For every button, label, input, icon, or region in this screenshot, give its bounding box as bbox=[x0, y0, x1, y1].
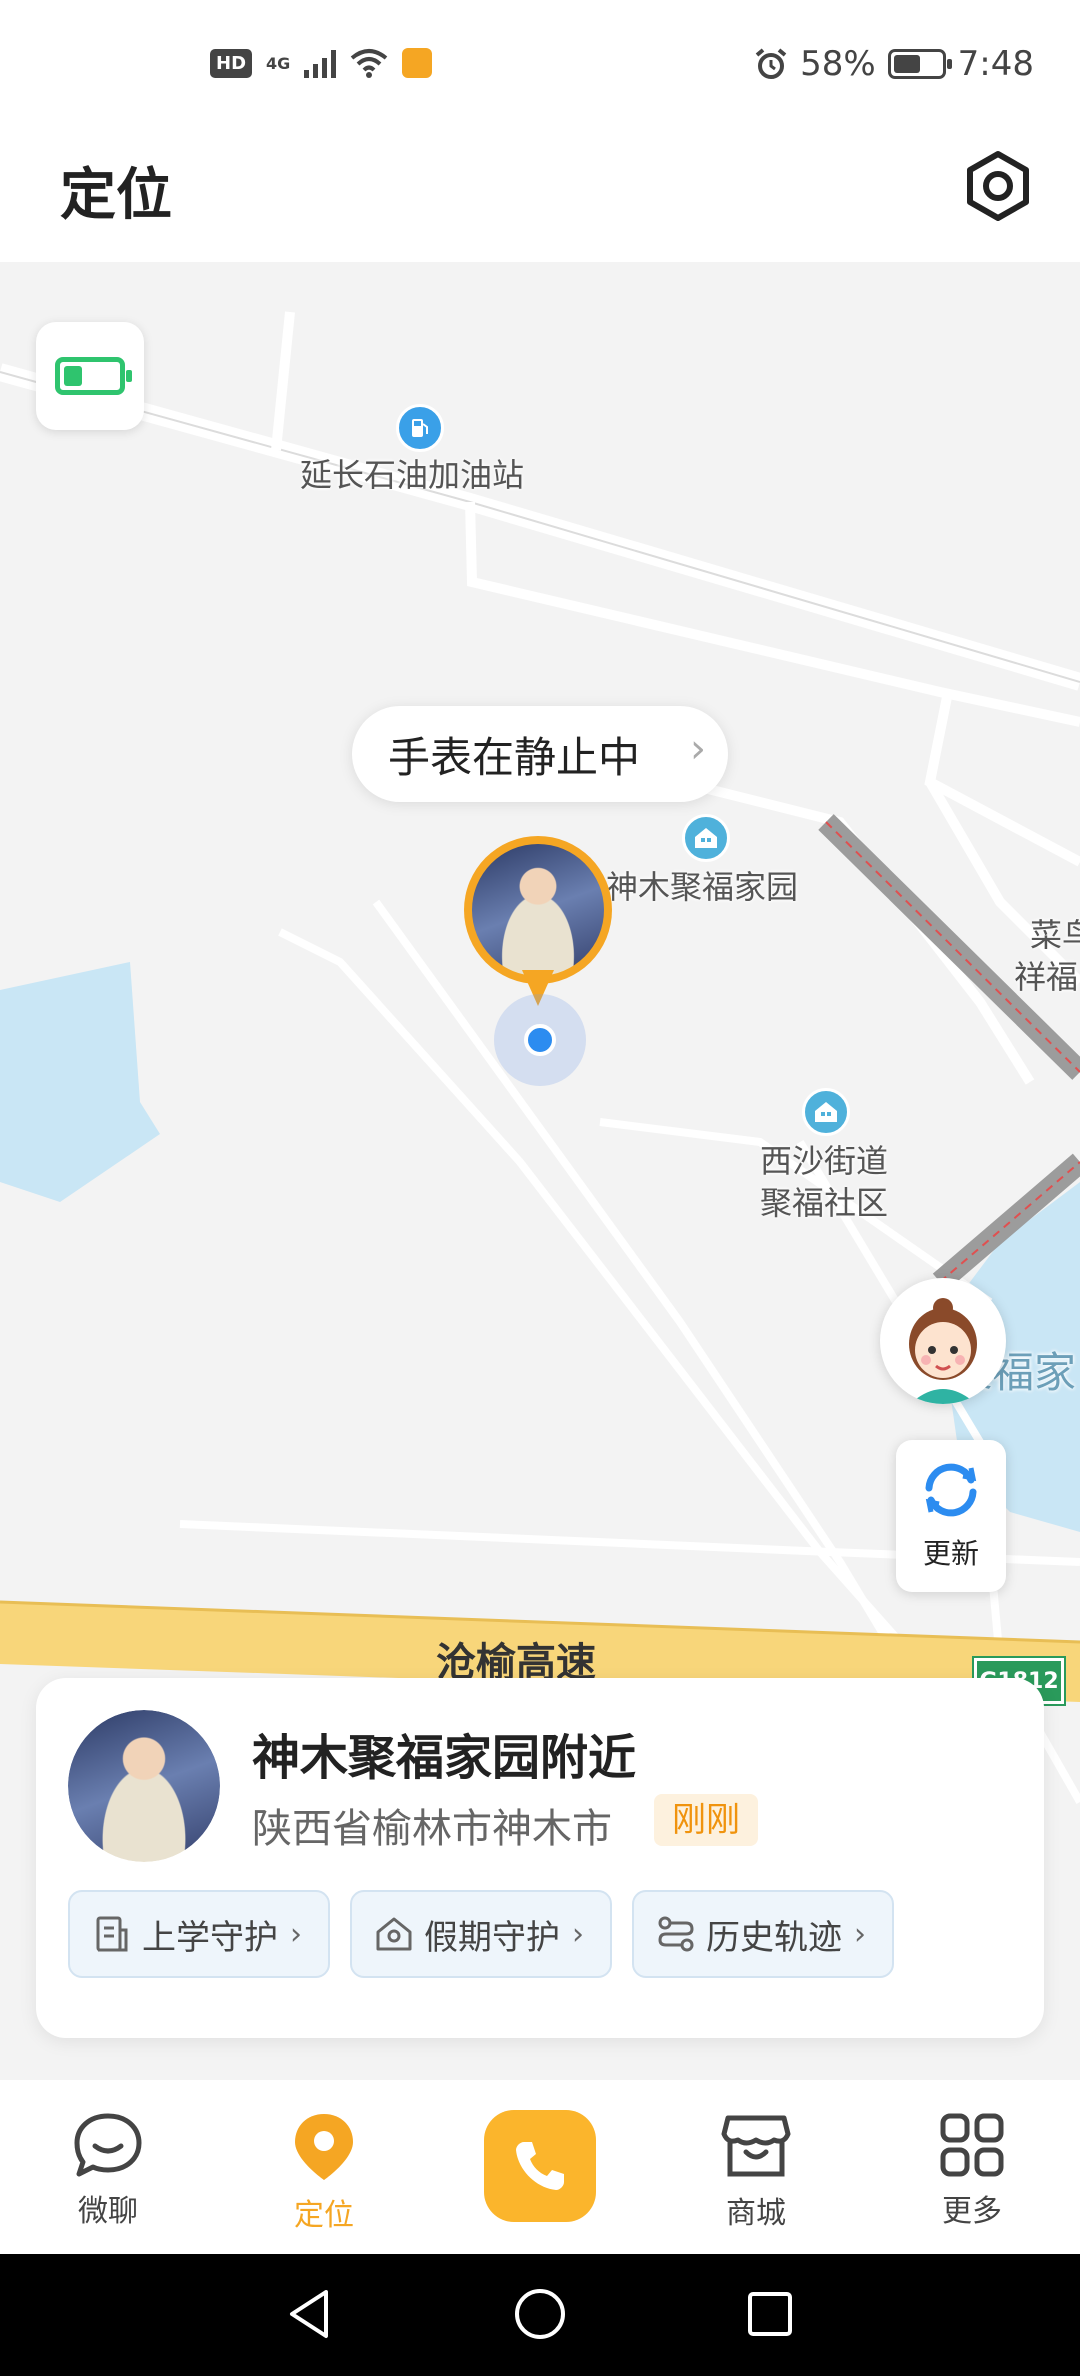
chevron-right-icon: › bbox=[854, 1916, 866, 1952]
refresh-label: 更新 bbox=[922, 1537, 979, 1570]
nav-shop-label: 商城 bbox=[726, 2196, 786, 2231]
chevron-right-icon: › bbox=[572, 1916, 584, 1952]
school-guard-label: 上学守护 bbox=[142, 1917, 278, 1958]
status-bar: HD 4G 58% 7:48 bbox=[0, 0, 1080, 132]
holiday-guard-button[interactable]: 假期守护 › bbox=[350, 1890, 612, 1978]
time-badge: 刚刚 bbox=[654, 1794, 758, 1846]
home-icon[interactable] bbox=[510, 2284, 570, 2344]
current-location-dot bbox=[524, 1024, 556, 1056]
battery-icon bbox=[887, 49, 952, 79]
status-bar-right: 58% 7:48 bbox=[754, 44, 1034, 84]
battery-fill bbox=[64, 366, 83, 386]
nav-chat-label: 微聊 bbox=[78, 2194, 138, 2229]
fuel-pump-icon bbox=[412, 419, 428, 437]
location-title: 神木聚福家园附近 bbox=[252, 1730, 637, 1786]
community-icon[interactable] bbox=[682, 814, 730, 862]
poi-street-line1: 西沙街道 bbox=[760, 1142, 889, 1180]
child-avatar[interactable] bbox=[68, 1710, 220, 1862]
gear-icon bbox=[967, 151, 1029, 221]
chat-icon bbox=[74, 2113, 142, 2177]
nav-call[interactable] bbox=[432, 2080, 648, 2254]
network-type: 4G bbox=[266, 53, 291, 73]
nav-shop[interactable]: 商城 bbox=[648, 2080, 864, 2254]
refresh-location-button[interactable]: 更新 bbox=[896, 1440, 1006, 1592]
location-pin-icon bbox=[295, 2114, 353, 2180]
nav-location-label: 定位 bbox=[294, 2198, 354, 2233]
community-icon[interactable] bbox=[802, 1088, 850, 1136]
battery-icon bbox=[55, 357, 132, 395]
child-location-pin[interactable] bbox=[464, 836, 612, 984]
recents-icon[interactable] bbox=[740, 2284, 800, 2344]
poi-street-line2: 聚福社区 bbox=[760, 1184, 889, 1222]
home-guard-icon bbox=[376, 1917, 412, 1951]
route-icon bbox=[658, 1916, 694, 1952]
child-avatar-photo bbox=[68, 1710, 220, 1862]
nav-location[interactable]: 定位 bbox=[216, 2080, 432, 2254]
school-guard-button[interactable]: 上学守护 › bbox=[68, 1890, 330, 1978]
system-nav-bar bbox=[0, 2254, 1080, 2376]
nav-chat[interactable]: 微聊 bbox=[0, 2080, 216, 2254]
history-track-label: 历史轨迹 bbox=[706, 1917, 842, 1958]
gas-station-icon[interactable] bbox=[396, 404, 444, 452]
assistant-girl-icon bbox=[909, 1298, 977, 1404]
battery-percent: 58% bbox=[800, 44, 876, 84]
holiday-guard-label: 假期守护 bbox=[424, 1917, 560, 1958]
status-bar-left: HD 4G bbox=[210, 48, 433, 78]
hd-badge: HD bbox=[210, 48, 253, 78]
back-icon[interactable] bbox=[280, 2284, 340, 2344]
poi-street-office-label[interactable]: 西沙街道 聚福社区 bbox=[760, 1140, 888, 1224]
alarm-icon bbox=[755, 48, 787, 79]
call-button[interactable] bbox=[484, 2110, 596, 2222]
app-notification-icon bbox=[402, 48, 433, 78]
settings-button[interactable] bbox=[962, 150, 1034, 222]
grid-icon bbox=[940, 2113, 1004, 2177]
assistant-avatar-button[interactable] bbox=[880, 1278, 1006, 1404]
refresh-icon bbox=[925, 1463, 977, 1517]
action-buttons: 上学守护 › 假期守护 › 历史轨迹 › bbox=[68, 1890, 894, 1978]
school-guard-icon bbox=[96, 1916, 128, 1952]
signal-icon bbox=[304, 48, 337, 78]
history-track-button[interactable]: 历史轨迹 › bbox=[632, 1890, 894, 1978]
poi-community-label[interactable]: 神木聚福家园 bbox=[606, 866, 798, 908]
poi-edge-label: 祥福 bbox=[1014, 958, 1079, 996]
poi-gas-station-label[interactable]: 延长石油加油站 bbox=[300, 454, 524, 496]
location-info-card[interactable]: 神木聚福家园附近 陕西省榆林市神木市 刚刚 上学守护 › 假期守护 › 历史轨迹… bbox=[36, 1678, 1044, 2038]
nav-more-label: 更多 bbox=[942, 2194, 1002, 2229]
child-avatar-photo bbox=[472, 844, 604, 976]
page-title: 定位 bbox=[60, 163, 172, 228]
nav-more[interactable]: 更多 bbox=[864, 2080, 1080, 2254]
bottom-nav: 微聊 定位 商城 更多 bbox=[0, 2080, 1080, 2254]
chevron-right-icon: › bbox=[690, 726, 706, 772]
poi-edge-label: 菜鸟 bbox=[1030, 916, 1080, 954]
clock: 7:48 bbox=[957, 44, 1034, 84]
watch-battery-card[interactable] bbox=[36, 322, 144, 430]
phone-icon bbox=[516, 2142, 564, 2190]
watch-status-bubble[interactable]: 手表在静止中 › bbox=[352, 706, 728, 802]
wifi-icon bbox=[351, 49, 388, 78]
shop-icon bbox=[721, 2115, 791, 2177]
watch-status-text: 手表在静止中 bbox=[388, 732, 641, 782]
chevron-right-icon: › bbox=[290, 1916, 302, 1952]
battery-fill bbox=[893, 55, 921, 73]
location-address: 陕西省榆林市神木市 bbox=[252, 1806, 612, 1852]
building-icon bbox=[695, 828, 717, 848]
building-icon bbox=[815, 1102, 837, 1122]
